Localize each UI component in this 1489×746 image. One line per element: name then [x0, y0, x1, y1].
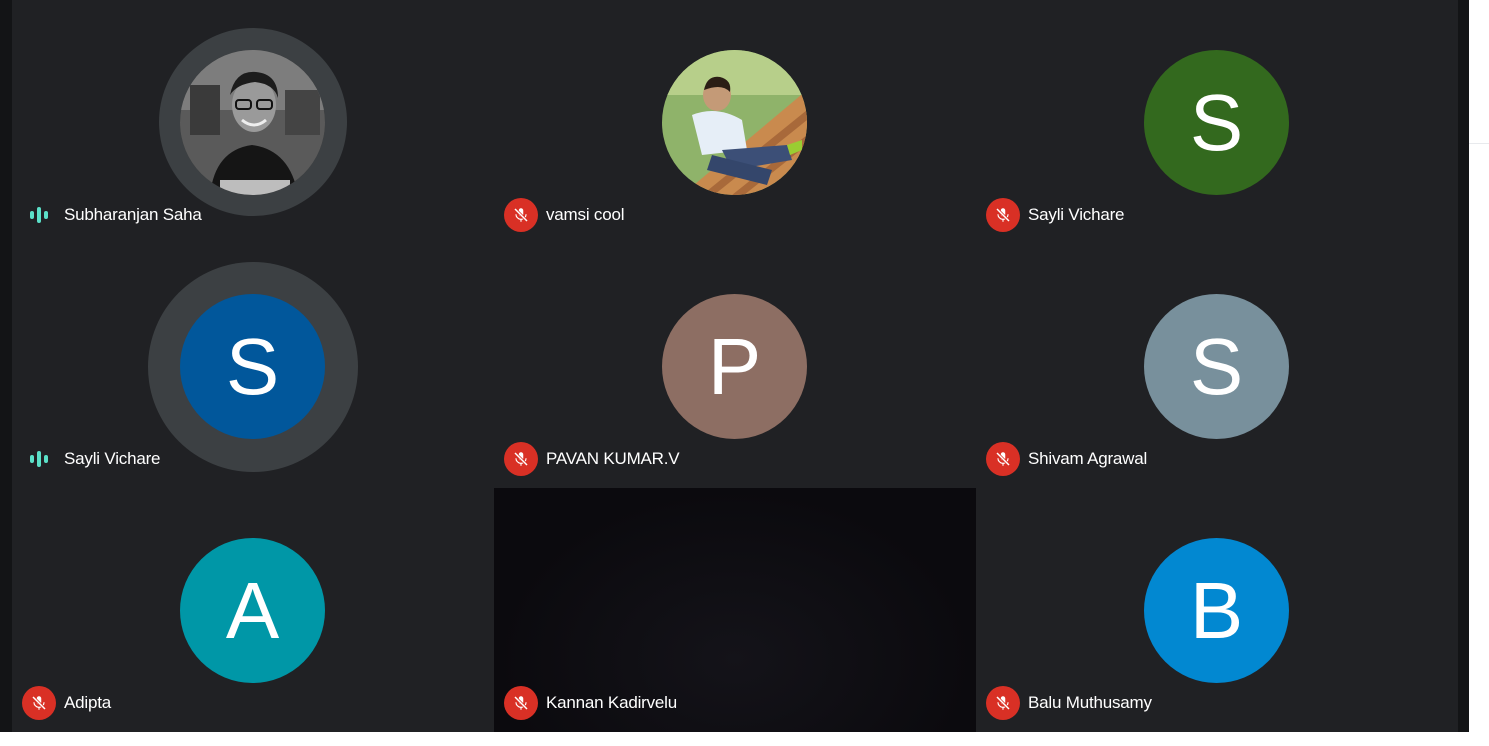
avatar-initial: P — [662, 294, 807, 439]
participant-tile-balu-muthusamy[interactable]: B Balu Muthusamy — [976, 488, 1458, 732]
avatar-initial-letter: S — [225, 321, 280, 411]
participant-tile-adipta[interactable]: A Adipta — [12, 488, 494, 732]
participant-name: Adipta — [64, 693, 112, 712]
participant-name: Shivam Agrawal — [1028, 449, 1148, 468]
participant-tile-kannan-kadirvelu[interactable]: Kannan Kadirvelu — [494, 488, 976, 732]
avatar-initial: B — [1144, 538, 1289, 683]
participant-tile-vamsi-cool[interactable]: vamsi cool — [494, 0, 976, 244]
avatar-initial-letter: B — [1189, 565, 1244, 655]
avatar-initial-letter: S — [1189, 77, 1244, 167]
participant-grid: Subharanjan Saha vamsi cool S Sayli Vich… — [12, 0, 1458, 732]
participant-tile-sayli-vichare[interactable]: S Sayli Vichare — [976, 0, 1458, 244]
participant-name: Kannan Kadirvelu — [546, 693, 678, 712]
participant-name: Subharanjan Saha — [64, 205, 202, 224]
audio-wave-icon — [22, 198, 56, 232]
participant-name: vamsi cool — [546, 205, 625, 224]
participant-tile-subharanjan-saha[interactable]: Subharanjan Saha — [12, 0, 494, 244]
mic-off-icon — [986, 686, 1020, 720]
mic-off-icon — [504, 442, 538, 476]
avatar-initial: S — [1144, 294, 1289, 439]
bottom-edge — [0, 732, 1469, 746]
meeting-stage: Subharanjan Saha vamsi cool S Sayli Vich… — [0, 0, 1469, 732]
avatar-photo — [180, 50, 325, 195]
avatar-initial-letter: S — [1189, 321, 1244, 411]
participant-name: Sayli Vichare — [1028, 205, 1125, 224]
avatar-initial: S — [180, 294, 325, 439]
avatar-initial-letter: P — [707, 321, 762, 411]
avatar-photo — [662, 50, 807, 195]
mic-off-icon — [504, 198, 538, 232]
divider — [1469, 143, 1489, 144]
participant-name: Balu Muthusamy — [1028, 693, 1152, 712]
mic-off-icon — [986, 198, 1020, 232]
mic-off-icon — [986, 442, 1020, 476]
participant-name: PAVAN KUMAR.V — [546, 449, 680, 468]
avatar-initial: S — [1144, 50, 1289, 195]
participant-tile-sayli-vichare-2[interactable]: S Sayli Vichare — [12, 244, 494, 488]
avatar-initial: A — [180, 538, 325, 683]
participant-name: Sayli Vichare — [64, 449, 161, 468]
side-panel-edge — [1469, 0, 1489, 746]
audio-wave-icon — [22, 442, 56, 476]
participant-tile-pavan-kumar[interactable]: P PAVAN KUMAR.V — [494, 244, 976, 488]
avatar-initial-letter: A — [225, 565, 280, 655]
participant-tile-shivam-agrawal[interactable]: S Shivam Agrawal — [976, 244, 1458, 488]
mic-off-icon — [504, 686, 538, 720]
mic-off-icon — [22, 686, 56, 720]
